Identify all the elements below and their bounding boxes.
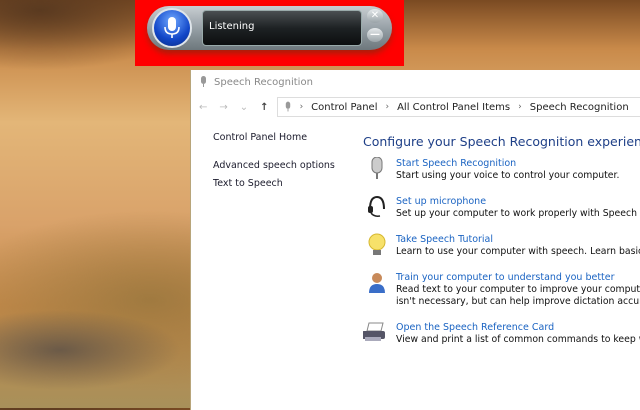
task-train-computer: Train your computer to understand you be… [363, 271, 640, 313]
minimize-button[interactable]: — [367, 28, 383, 42]
window-title: Speech Recognition [214, 76, 313, 88]
control-panel-window: Speech Recognition ← → ⌄ ↑ › Control Pan… [190, 70, 640, 410]
microphone-button[interactable] [152, 8, 192, 48]
recent-locations-button[interactable]: ⌄ [240, 102, 248, 113]
sidebar-link-text-to-speech[interactable]: Text to Speech [213, 178, 283, 189]
breadcrumb-speech-recognition[interactable]: Speech Recognition [530, 102, 629, 113]
task-link[interactable]: Take Speech Tutorial [396, 233, 640, 246]
task-set-up-microphone: Set up microphone Set up your computer t… [363, 195, 640, 225]
task-description: Read text to your computer to improve yo… [396, 284, 640, 295]
sidebar-link-control-panel-home[interactable]: Control Panel Home [213, 132, 307, 143]
user-training-icon [369, 273, 385, 293]
headset-icon [368, 195, 385, 217]
task-link[interactable]: Open the Speech Reference Card [396, 321, 640, 334]
close-button[interactable]: ✕ [367, 9, 383, 23]
task-open-speech-reference-card: Open the Speech Reference Card View and … [363, 321, 640, 351]
lightbulb-icon [368, 233, 386, 255]
breadcrumb-separator: › [385, 102, 390, 112]
main-content: Configure your Speech Recognition experi… [363, 134, 640, 359]
breadcrumb-all-items[interactable]: All Control Panel Items [397, 102, 510, 113]
microphone-icon [201, 76, 206, 87]
back-button[interactable]: ← [199, 102, 207, 113]
page-heading: Configure your Speech Recognition experi… [363, 134, 640, 149]
task-link[interactable]: Set up microphone [396, 195, 640, 208]
status-display: Listening [202, 10, 362, 46]
task-link[interactable]: Train your computer to understand you be… [396, 271, 640, 284]
microphone-icon [164, 17, 180, 38]
breadcrumb-control-panel[interactable]: Control Panel [311, 102, 377, 113]
task-description: Learn to use your computer with speech. … [396, 246, 640, 257]
up-button[interactable]: ↑ [260, 102, 268, 113]
task-description: isn't necessary, but can help improve di… [396, 296, 640, 307]
sidebar-link-advanced-speech-options[interactable]: Advanced speech options [213, 160, 335, 171]
printer-icon [363, 322, 385, 341]
title-bar: Speech Recognition [191, 70, 640, 94]
task-start-speech-recognition: Start Speech Recognition Start using you… [363, 157, 640, 187]
microphone-icon [371, 157, 383, 179]
forward-button[interactable]: → [219, 102, 227, 113]
breadcrumb-separator: › [299, 102, 304, 112]
navigation-bar: ← → ⌄ ↑ › Control Panel › All Control Pa… [191, 94, 640, 120]
task-description: Start using your voice to control your c… [396, 170, 620, 181]
task-description: Set up your computer to work properly wi… [396, 208, 640, 219]
microphone-icon [285, 101, 290, 112]
address-bar[interactable]: › Control Panel › All Control Panel Item… [276, 97, 640, 117]
task-take-speech-tutorial: Take Speech Tutorial Learn to use your c… [363, 233, 640, 263]
speech-recognition-widget[interactable]: Listening ✕ — [147, 6, 392, 50]
breadcrumb-separator: › [518, 102, 522, 112]
task-link[interactable]: Start Speech Recognition [396, 157, 640, 170]
task-description: View and print a list of common commands… [396, 334, 640, 345]
